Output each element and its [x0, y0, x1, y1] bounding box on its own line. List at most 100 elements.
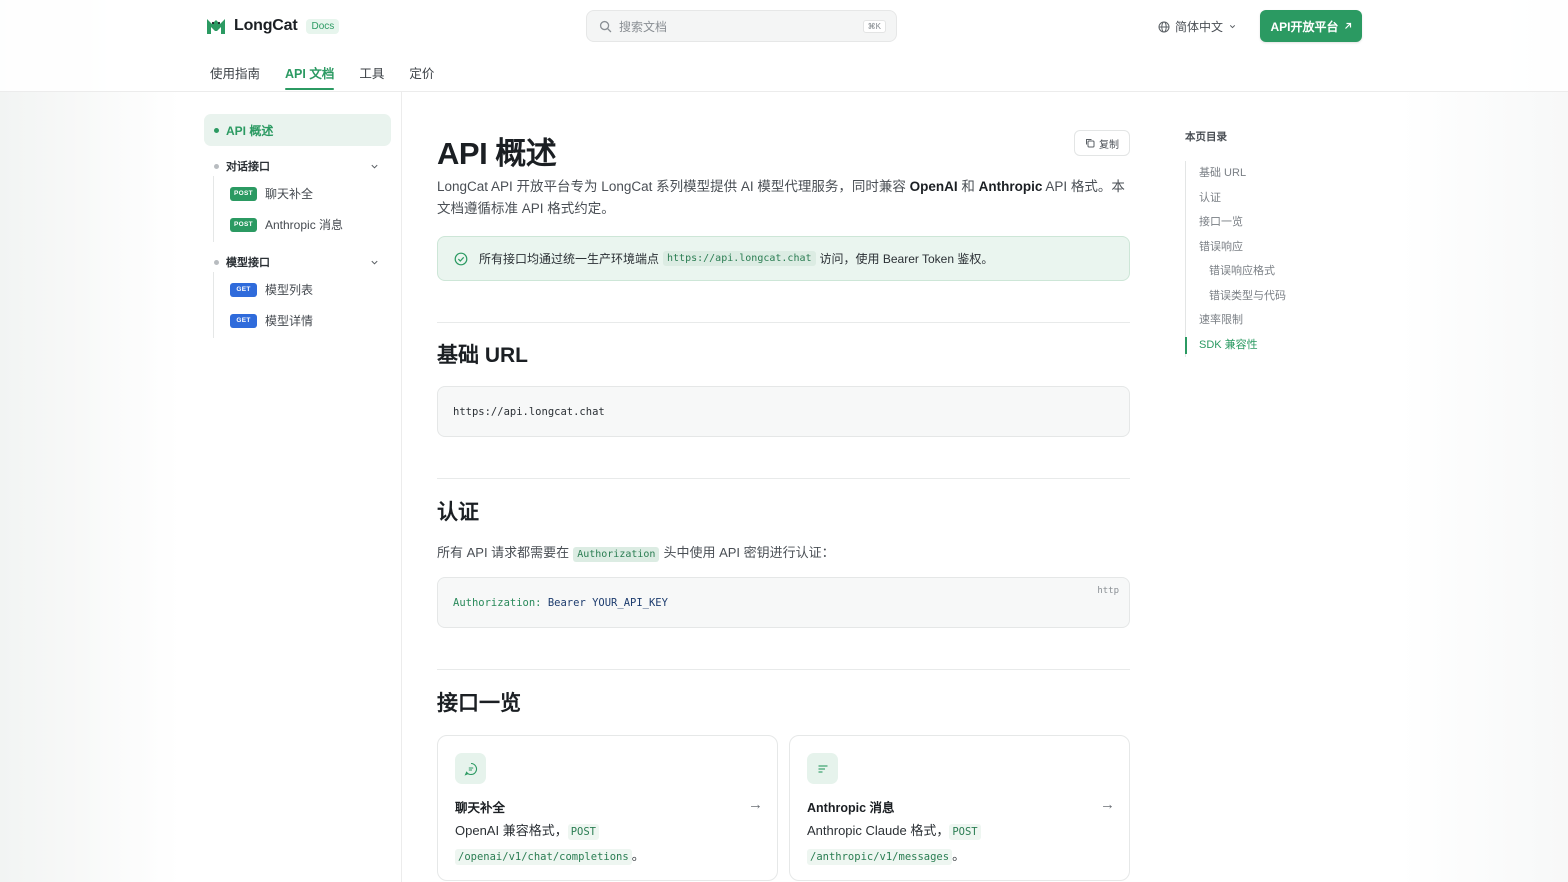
- card-desc-text: Anthropic Claude 格式，: [807, 823, 950, 838]
- sidebar-item-label: 模型列表: [265, 283, 314, 297]
- chevron-down-icon: [1229, 25, 1236, 29]
- intro-anthropic: Anthropic: [978, 179, 1043, 194]
- brand-name: LongCat: [234, 17, 298, 34]
- card-title: Anthropic 消息: [807, 801, 895, 815]
- copy-icon: [1086, 139, 1095, 148]
- search-icon: [599, 20, 612, 32]
- auth-paragraph: 所有 API 请求都需要在 Authorization 头中使用 API 密钥进行认…: [437, 542, 835, 562]
- intro-text: 和: [957, 179, 979, 194]
- check-circle-icon: [454, 252, 468, 265]
- nav-tools[interactable]: 工具: [359, 63, 384, 90]
- card-description: Anthropic Claude 格式， POST/anthropic/v1/me…: [807, 819, 1117, 869]
- toc-item-rate-limit[interactable]: 速率限制: [1186, 308, 1286, 333]
- sidebar-item-chat-completions[interactable]: POST 聊天补全: [230, 178, 391, 209]
- code-text: https://api.longcat.chat: [453, 405, 605, 418]
- sidebar-item-label: API 概述: [226, 123, 274, 138]
- toc-title: 本页目录: [1185, 131, 1227, 143]
- base-url-code[interactable]: https://api.longcat.chat: [437, 386, 1130, 437]
- heading-auth: 认证: [437, 501, 479, 524]
- sidebar-item-overview[interactable]: API 概述: [204, 114, 391, 146]
- external-link-icon: [1344, 22, 1351, 29]
- intro-paragraph: LongCat API 开放平台专为 LongCat 系列模型提供 AI 模型代…: [437, 176, 1130, 220]
- sidebar-sublist-chat: POST 聊天补全 POST Anthropic 消息: [213, 176, 391, 242]
- heading-base-url: 基础 URL: [437, 344, 528, 367]
- card-icon-box: [455, 753, 486, 784]
- sidebar: API 概述 对话接口 POST 聊天补全 POST Anthropic 消息 …: [204, 114, 391, 338]
- auth-text: 所有 API 请求都需要在: [437, 545, 570, 560]
- method-badge: GET: [230, 313, 257, 328]
- divider: [437, 669, 1130, 670]
- card-path: /openai/v1/chat/completions: [455, 849, 632, 865]
- toc-item-errors[interactable]: 错误响应: [1186, 235, 1286, 260]
- info-callout: 所有接口均通过统一生产环境端点 https://api.longcat.chat…: [437, 236, 1130, 281]
- language-selector[interactable]: 简体中文: [1158, 18, 1237, 35]
- search-input[interactable]: 搜索文档 ⌘K: [586, 10, 897, 42]
- chevron-down-icon: [371, 260, 378, 265]
- copy-page-button[interactable]: 复制: [1074, 130, 1130, 156]
- globe-icon: [1158, 21, 1170, 32]
- api-platform-label: API开放平台: [1270, 19, 1339, 34]
- sidebar-item-model-detail[interactable]: GET 模型详情: [230, 305, 391, 336]
- card-description: OpenAI 兼容格式， POST/openai/v1/chat/completi…: [455, 819, 765, 869]
- copy-label: 复制: [1099, 139, 1119, 151]
- toc-item-sdk[interactable]: SDK 兼容性: [1185, 333, 1286, 358]
- sidebar-item-label: Anthropic 消息: [265, 218, 344, 232]
- auth-code-block[interactable]: Authorization: Bearer YOUR_API_KEY http: [437, 577, 1130, 628]
- sidebar-group-models[interactable]: 模型接口: [204, 252, 391, 272]
- auth-text: 头中使用 API 密钥进行认证：: [663, 545, 835, 560]
- toc-list: 基础 URL 认证 接口一览 错误响应 错误响应格式 错误类型与代码 速率限制 …: [1185, 161, 1286, 357]
- sidebar-item-model-list[interactable]: GET 模型列表: [230, 274, 391, 305]
- card-path: /anthropic/v1/messages: [807, 849, 953, 865]
- active-dot: [214, 127, 219, 133]
- endpoint-card-chat[interactable]: 聊天补全 → OpenAI 兼容格式， POST/openai/v1/chat/c…: [437, 735, 778, 881]
- toc-item-error-codes[interactable]: 错误类型与代码: [1186, 284, 1286, 309]
- card-method: POST: [567, 824, 599, 840]
- docs-badge: Docs: [306, 18, 340, 34]
- card-icon-box: [807, 753, 838, 784]
- card-desc-text: OpenAI 兼容格式，: [455, 823, 568, 838]
- logo[interactable]: LongCat Docs: [205, 15, 340, 37]
- table-of-contents: 本页目录 基础 URL 认证 接口一览 错误响应 错误响应格式 错误类型与代码 …: [1185, 129, 1286, 357]
- chevron-down-icon: [371, 164, 378, 169]
- nav-guide[interactable]: 使用指南: [210, 63, 260, 90]
- search-shortcut: ⌘K: [862, 19, 886, 33]
- group-dot: [214, 259, 219, 265]
- toc-item-base-url[interactable]: 基础 URL: [1186, 161, 1286, 186]
- card-desc-text: 。: [952, 848, 966, 863]
- card-desc-text: 。: [631, 848, 645, 863]
- arrow-right-icon: →: [748, 796, 763, 813]
- sidebar-sublist-models: GET 模型列表 GET 模型详情: [213, 272, 391, 338]
- intro-openai: OpenAI: [909, 179, 958, 194]
- sidebar-divider: [401, 92, 402, 882]
- top-header: LongCat Docs 搜索文档 ⌘K 简体中文 API开放平台 使用指南 A…: [0, 0, 1568, 92]
- sidebar-item-label: 聊天补全: [265, 187, 314, 201]
- toc-item-endpoints[interactable]: 接口一览: [1186, 210, 1286, 235]
- intro-text: LongCat API 开放平台专为 LongCat 系列模型提供 AI 模型代…: [437, 179, 910, 194]
- method-badge: POST: [230, 217, 257, 232]
- code-key: Authorization:: [453, 596, 542, 609]
- toc-item-auth[interactable]: 认证: [1186, 186, 1286, 211]
- heading-endpoints: 接口一览: [437, 692, 521, 715]
- sidebar-item-anthropic-messages[interactable]: POST Anthropic 消息: [230, 209, 391, 240]
- auth-header-code: Authorization: [573, 547, 660, 562]
- main-nav: 使用指南 API 文档 工具 定价: [210, 63, 459, 90]
- chat-bubble-icon: [464, 762, 477, 776]
- nav-pricing[interactable]: 定价: [409, 63, 434, 90]
- nav-api-docs[interactable]: API 文档: [285, 63, 335, 90]
- longcat-logo-icon: [207, 19, 225, 34]
- callout-text: 访问，使用 Bearer Token 鉴权。: [819, 252, 994, 266]
- divider: [437, 478, 1130, 479]
- code-value: Bearer YOUR_API_KEY: [547, 596, 668, 609]
- endpoint-card-anthropic[interactable]: Anthropic 消息 → Anthropic Claude 格式， POST /…: [789, 735, 1130, 881]
- callout-text: 所有接口均通过统一生产环境端点: [479, 252, 660, 266]
- api-platform-button[interactable]: API开放平台: [1260, 10, 1362, 42]
- sidebar-item-label: 模型详情: [265, 314, 314, 328]
- sidebar-group-chat[interactable]: 对话接口: [204, 156, 391, 176]
- group-dot: [214, 163, 219, 169]
- sidebar-group-label: 模型接口: [226, 257, 270, 269]
- divider: [437, 322, 1130, 323]
- card-title: 聊天补全: [455, 801, 506, 815]
- sidebar-group-label: 对话接口: [226, 161, 270, 173]
- code-language-label: http: [1097, 586, 1119, 596]
- toc-item-error-format[interactable]: 错误响应格式: [1186, 259, 1286, 284]
